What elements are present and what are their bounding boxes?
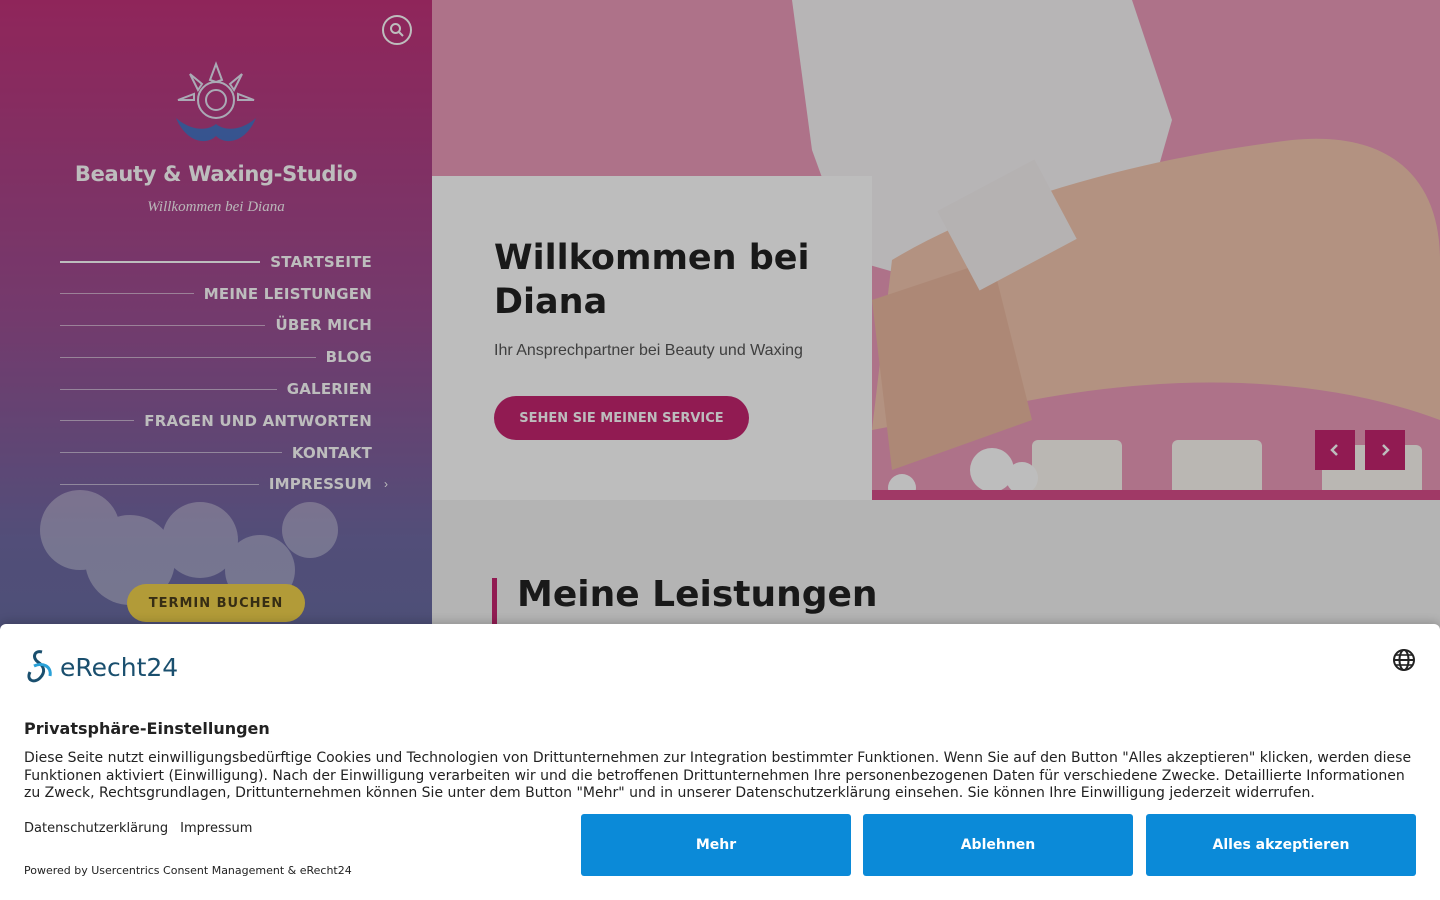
erecht24-logo: eRecht24	[24, 648, 178, 686]
erecht24-wordmark: eRecht24	[60, 652, 179, 682]
powered-by-text: Powered by Usercentrics Consent Manageme…	[24, 864, 352, 877]
accept-all-button[interactable]: Alles akzeptieren	[1146, 814, 1416, 876]
cookie-consent-banner: eRecht24 Privatsphäre-Einstellungen Dies…	[0, 624, 1440, 900]
consent-links: Datenschutzerklärung Impressum	[24, 821, 252, 836]
erecht24-symbol-icon	[27, 650, 52, 683]
consent-text: Diese Seite nutzt einwilligungsbedürftig…	[24, 750, 1412, 801]
more-button[interactable]: Mehr	[581, 814, 851, 876]
consent-title: Privatsphäre-Einstellungen	[24, 719, 270, 738]
language-globe-icon[interactable]	[1392, 648, 1416, 672]
decline-button[interactable]: Ablehnen	[863, 814, 1133, 876]
privacy-policy-link[interactable]: Datenschutzerklärung	[24, 821, 168, 836]
imprint-link[interactable]: Impressum	[180, 821, 252, 836]
